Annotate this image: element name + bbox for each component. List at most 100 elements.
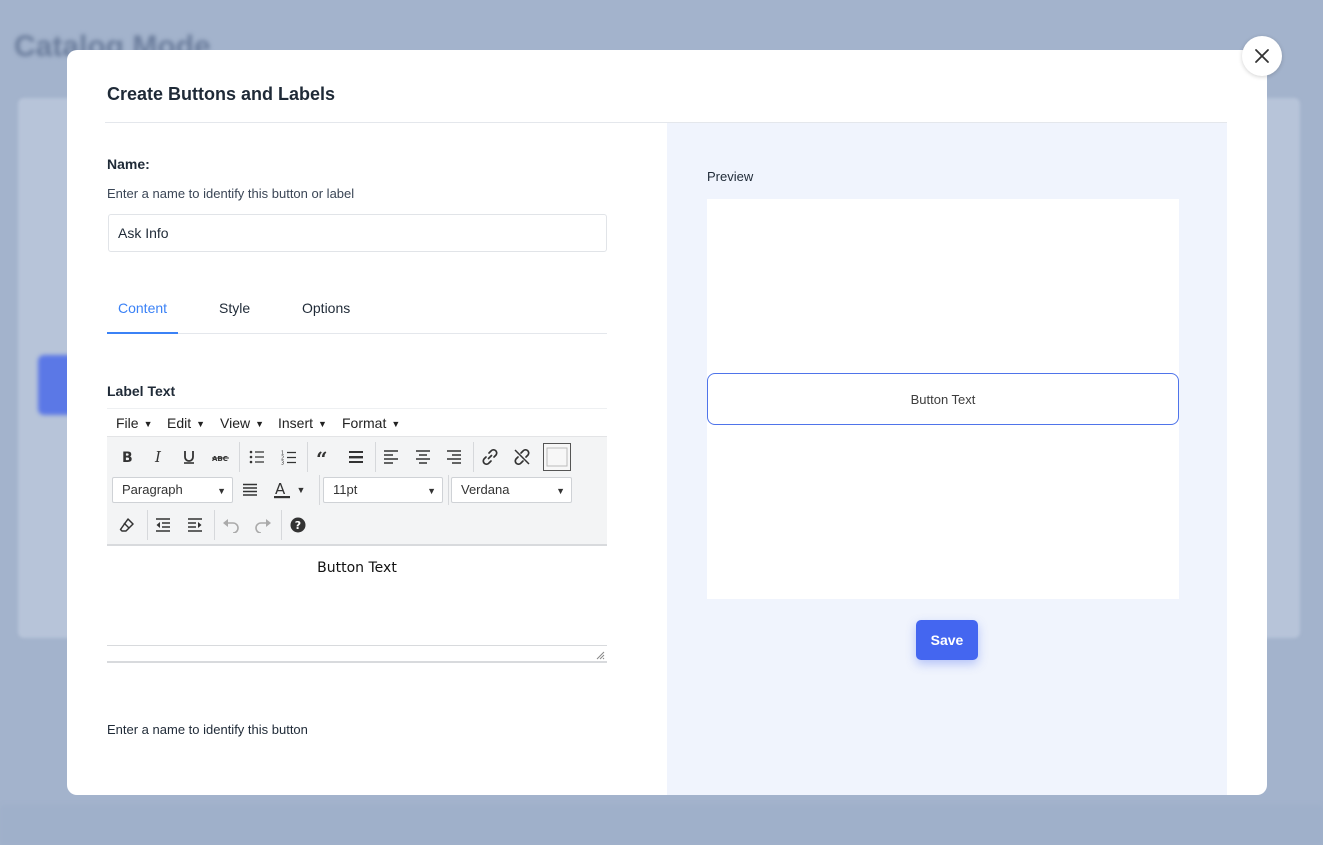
svg-text:A: A <box>275 480 286 498</box>
font-size-value: 11pt <box>333 482 358 497</box>
blockquote-icon: “ <box>316 450 328 464</box>
preview-button[interactable]: Button Text <box>707 373 1179 425</box>
resize-handle-icon[interactable] <box>596 651 605 660</box>
link-icon <box>482 448 498 466</box>
menu-file[interactable]: File ▼ <box>116 415 152 431</box>
svg-text:B: B <box>122 450 133 464</box>
strikethrough-icon: ABC <box>212 455 229 463</box>
undo-button[interactable] <box>217 511 245 539</box>
unlink-icon <box>514 448 530 466</box>
editor-statusbar <box>107 646 607 663</box>
label-help-text: Enter a name to identify this button <box>107 722 308 737</box>
text-color-dropdown[interactable]: ▼ <box>293 476 309 504</box>
horizontal-rule-icon <box>349 451 363 463</box>
numbered-list-icon: 123 <box>281 450 296 465</box>
tab-style[interactable]: Style <box>219 300 250 334</box>
align-right-button[interactable] <box>440 443 468 471</box>
close-icon <box>1255 49 1269 63</box>
undo-icon <box>223 519 239 533</box>
editor-toolbar: B I ABC 123 “ Paragraph ▼ A ▼ 11pt ▼ Ver… <box>107 436 607 546</box>
save-button[interactable]: Save <box>916 620 978 660</box>
tab-options[interactable]: Options <box>302 300 350 334</box>
outdent-button[interactable] <box>149 511 177 539</box>
menu-edit-label: Edit <box>167 415 192 431</box>
svg-text:I: I <box>154 450 162 464</box>
name-help-text: Enter a name to identify this button or … <box>107 186 355 201</box>
name-input[interactable] <box>108 214 607 252</box>
menu-format-label: Format <box>342 415 387 431</box>
strikethrough-button[interactable]: ABC <box>207 443 235 471</box>
editor-menubar: File ▼ Edit ▼ View ▼ Insert ▼ Format ▼ <box>107 408 607 436</box>
background-footer <box>0 805 1323 845</box>
bold-button[interactable]: B <box>112 443 140 471</box>
name-label: Name: <box>107 156 150 172</box>
preview-label: Preview <box>707 169 754 184</box>
block-format-value: Paragraph <box>122 482 183 497</box>
rich-text-editor: File ▼ Edit ▼ View ▼ Insert ▼ Format ▼ B I AB <box>107 408 607 663</box>
toolbar-separator <box>448 475 449 505</box>
caret-down-icon: ▼ <box>318 419 327 430</box>
preview-panel: Preview Button Text Save <box>667 123 1227 795</box>
redo-button[interactable] <box>249 511 277 539</box>
insert-link-button[interactable] <box>476 443 504 471</box>
remove-link-button[interactable] <box>508 443 536 471</box>
help-button[interactable]: ? <box>284 511 312 539</box>
caret-down-icon: ▼ <box>217 486 226 496</box>
bullet-list-button[interactable] <box>243 443 271 471</box>
align-right-icon <box>447 450 461 464</box>
menu-view[interactable]: View ▼ <box>220 415 264 431</box>
font-family-select[interactable]: Verdana ▼ <box>451 477 572 503</box>
tab-content[interactable]: Content <box>107 300 179 334</box>
underline-icon <box>184 451 194 464</box>
block-format-select[interactable]: Paragraph ▼ <box>112 477 233 503</box>
text-color-icon: A <box>274 480 290 499</box>
menu-edit[interactable]: Edit ▼ <box>167 415 205 431</box>
line-height-button[interactable] <box>236 476 264 504</box>
tab-bar: Content Style Options <box>107 290 607 334</box>
create-buttons-modal: Create Buttons and Labels Name: Enter a … <box>67 50 1267 795</box>
preview-box: Button Text <box>707 199 1179 599</box>
form-panel: Name: Enter a name to identify this butt… <box>107 123 667 795</box>
outdent-icon <box>156 518 170 532</box>
clear-formatting-button[interactable] <box>113 511 141 539</box>
underline-button[interactable] <box>175 443 203 471</box>
eraser-icon <box>119 518 134 532</box>
font-size-select[interactable]: 11pt ▼ <box>323 477 443 503</box>
italic-icon: I <box>154 450 162 464</box>
table-button[interactable] <box>543 443 571 471</box>
help-icon: ? <box>290 517 306 533</box>
toolbar-separator <box>473 442 474 472</box>
indent-button[interactable] <box>181 511 209 539</box>
toolbar-separator <box>375 442 376 472</box>
align-left-button[interactable] <box>377 443 405 471</box>
caret-down-icon: ▼ <box>296 485 306 495</box>
numbered-list-button[interactable]: 123 <box>275 443 303 471</box>
toolbar-separator <box>239 442 240 472</box>
menu-view-label: View <box>220 415 251 431</box>
menu-insert[interactable]: Insert ▼ <box>278 415 327 431</box>
svg-text:?: ? <box>295 519 301 532</box>
blockquote-button[interactable]: “ <box>310 443 338 471</box>
close-button[interactable] <box>1242 36 1282 76</box>
editor-content-area[interactable]: Button Text <box>107 546 607 646</box>
caret-down-icon: ▼ <box>391 419 401 430</box>
line-height-icon <box>243 483 257 496</box>
editor-content-text: Button Text <box>317 560 397 576</box>
svg-text:“: “ <box>316 450 328 464</box>
redo-icon <box>255 519 271 533</box>
align-center-button[interactable] <box>409 443 437 471</box>
toolbar-separator <box>214 510 215 540</box>
bold-icon: B <box>122 450 133 464</box>
horizontal-rule-button[interactable] <box>342 443 370 471</box>
menu-format[interactable]: Format ▼ <box>342 415 400 431</box>
indent-icon <box>188 518 202 532</box>
align-left-icon <box>384 450 398 464</box>
text-color-button[interactable]: A <box>268 476 296 504</box>
caret-down-icon: ▼ <box>556 486 565 496</box>
menu-insert-label: Insert <box>278 415 314 431</box>
font-family-value: Verdana <box>461 482 510 497</box>
caret-down-icon: ▼ <box>427 486 436 496</box>
toolbar-separator <box>281 510 282 540</box>
modal-title: Create Buttons and Labels <box>107 84 336 104</box>
italic-button[interactable]: I <box>144 443 172 471</box>
